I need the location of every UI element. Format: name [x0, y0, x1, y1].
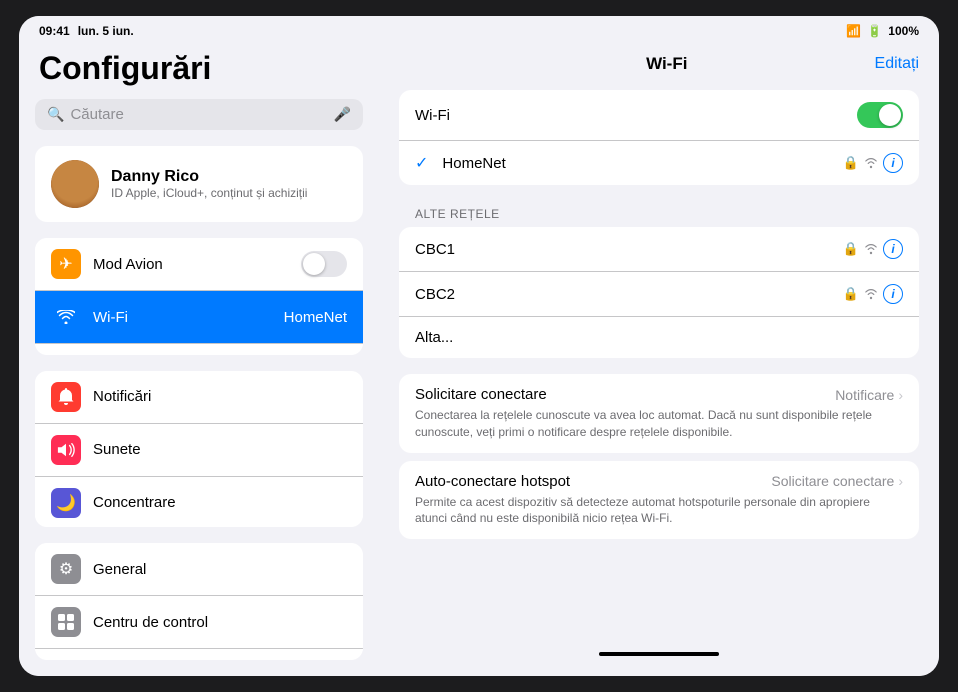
notifications-label: Notificări: [93, 388, 347, 405]
general-label: General: [93, 561, 347, 578]
focus-label: Concentrare: [93, 494, 347, 511]
cbc2-lock-icon: 🔒: [843, 286, 859, 302]
controlcenter-icon: [51, 607, 81, 637]
cbc1-info-icon[interactable]: i: [883, 239, 903, 259]
wifi-sidebar-icon: [51, 302, 81, 332]
edit-button[interactable]: Editați: [875, 55, 919, 73]
home-indicator: [599, 652, 719, 656]
network-cbc2[interactable]: CBC2 🔒 i: [399, 272, 919, 317]
auto-hotspot-desc: Permite ca acest dispozitiv să detecteze…: [415, 494, 903, 528]
sidebar-item-bluetooth[interactable]: ᛒ Bluetooth Da: [35, 344, 363, 355]
airplane-icon: ✈: [51, 249, 81, 279]
sidebar-item-display[interactable]: ☀ Afișaj și luminozitate: [35, 649, 363, 660]
sidebar-item-controlcenter[interactable]: Centru de control: [35, 596, 363, 649]
sidebar-item-notifications[interactable]: Notificări: [35, 371, 363, 424]
search-input[interactable]: [70, 106, 327, 123]
current-network-row[interactable]: ✓ HomeNet 🔒 i: [399, 141, 919, 185]
other-networks-section: ALTE REȚELE CBC1 🔒 i: [399, 201, 919, 374]
status-time: 09:41: [39, 24, 70, 38]
profile-info: Danny Rico ID Apple, iCloud+, conținut ș…: [111, 168, 307, 200]
right-header: Wi-Fi Editați: [399, 42, 919, 90]
wifi-toggle-label: Wi-Fi: [415, 107, 857, 124]
other-networks-list: CBC1 🔒 i CBC2: [399, 227, 919, 358]
sounds-icon: [51, 435, 81, 465]
sidebar-title: Configurări: [35, 42, 363, 99]
sounds-label: Sunete: [93, 441, 347, 458]
controlcenter-label: Centru de control: [93, 614, 347, 631]
mic-icon[interactable]: 🎤: [334, 106, 351, 123]
wifi-sidebar-value: HomeNet: [284, 309, 347, 326]
settings-group-system: ⚙ General Centru de control: [35, 543, 363, 660]
other-networks-header: ALTE REȚELE: [399, 201, 919, 227]
network-cbc2-name: CBC2: [415, 286, 833, 303]
cbc2-wifi-icon: [863, 288, 879, 300]
auto-hotspot-item[interactable]: Auto-conectare hotspot Solicitare conect…: [399, 461, 919, 540]
wifi-main-toggle[interactable]: [857, 102, 903, 128]
sidebar-item-general[interactable]: ⚙ General: [35, 543, 363, 596]
settings-group-personal: Notificări Sunete 🌙 Concentrare: [35, 371, 363, 527]
network-cbc1-name: CBC1: [415, 241, 833, 258]
airplane-toggle[interactable]: [301, 251, 347, 277]
profile-name: Danny Rico: [111, 168, 307, 186]
auto-hotspot-section: Auto-conectare hotspot Solicitare conect…: [399, 461, 919, 540]
ask-to-join-item[interactable]: Solicitare conectare Notificare › Conect…: [399, 374, 919, 453]
profile-card[interactable]: Danny Rico ID Apple, iCloud+, conținut ș…: [35, 146, 363, 222]
status-bar: 09:41 lun. 5 iun. 📶 🔋 100%: [19, 16, 939, 42]
auto-hotspot-title: Auto-conectare hotspot: [415, 473, 570, 490]
notifications-icon: [51, 382, 81, 412]
sidebar-item-wifi[interactable]: Wi-Fi HomeNet: [35, 291, 363, 344]
auto-hotspot-chevron: ›: [898, 473, 903, 489]
auto-hotspot-value: Solicitare conectare: [771, 473, 894, 489]
ask-to-join-desc: Conectarea la rețelele cunoscute va avea…: [415, 407, 903, 441]
cbc1-lock-icon: 🔒: [843, 241, 859, 257]
cbc1-icons: 🔒 i: [843, 239, 903, 259]
wifi-status-icon: 📶: [846, 24, 861, 38]
general-icon: ⚙: [51, 554, 81, 584]
current-network-icons: 🔒 i: [843, 153, 903, 173]
main-content: Configurări 🔍 🎤 Danny Rico ID Apple, iCl…: [19, 42, 939, 676]
wifi-toggle-row[interactable]: Wi-Fi: [399, 90, 919, 141]
avatar: [51, 160, 99, 208]
search-icon: 🔍: [47, 106, 64, 123]
network-cbc1[interactable]: CBC1 🔒 i: [399, 227, 919, 272]
right-panel: Wi-Fi Editați Wi-Fi ✓ HomeNet 🔒: [379, 42, 939, 676]
network-other[interactable]: Alta...: [399, 317, 919, 358]
sidebar-item-airplane[interactable]: ✈ Mod Avion: [35, 238, 363, 291]
battery-percent: 100%: [888, 24, 919, 38]
network-other-name: Alta...: [415, 329, 903, 346]
battery-icon: 🔋: [867, 24, 882, 38]
wifi-signal-icon: [863, 157, 879, 169]
sidebar-item-sounds[interactable]: Sunete: [35, 424, 363, 477]
lock-icon: 🔒: [843, 155, 859, 171]
sidebar: Configurări 🔍 🎤 Danny Rico ID Apple, iCl…: [19, 42, 379, 676]
cbc2-icons: 🔒 i: [843, 284, 903, 304]
current-network-info-icon[interactable]: i: [883, 153, 903, 173]
focus-icon: 🌙: [51, 488, 81, 518]
ask-to-join-value: Notificare: [835, 387, 894, 403]
airplane-label: Mod Avion: [93, 256, 289, 273]
ask-to-join-section: Solicitare conectare Notificare › Conect…: [399, 374, 919, 453]
right-panel-title: Wi-Fi: [459, 54, 875, 74]
ask-to-join-chevron: ›: [898, 387, 903, 403]
ask-to-join-title: Solicitare conectare: [415, 386, 547, 403]
wifi-main-section: Wi-Fi ✓ HomeNet 🔒 i: [399, 90, 919, 185]
profile-subtitle: ID Apple, iCloud+, conținut și achiziții: [111, 186, 307, 200]
current-network-name: HomeNet: [442, 155, 832, 172]
wifi-sidebar-label: Wi-Fi: [93, 309, 272, 326]
cbc1-wifi-icon: [863, 243, 879, 255]
ipad-frame: 09:41 lun. 5 iun. 📶 🔋 100% Configurări 🔍…: [19, 16, 939, 676]
checkmark-icon: ✓: [415, 153, 428, 173]
cbc2-info-icon[interactable]: i: [883, 284, 903, 304]
sidebar-item-focus[interactable]: 🌙 Concentrare: [35, 477, 363, 527]
status-day: lun. 5 iun.: [78, 24, 134, 38]
settings-group-connectivity: ✈ Mod Avion Wi-Fi HomeNe: [35, 238, 363, 355]
search-bar[interactable]: 🔍 🎤: [35, 99, 363, 130]
